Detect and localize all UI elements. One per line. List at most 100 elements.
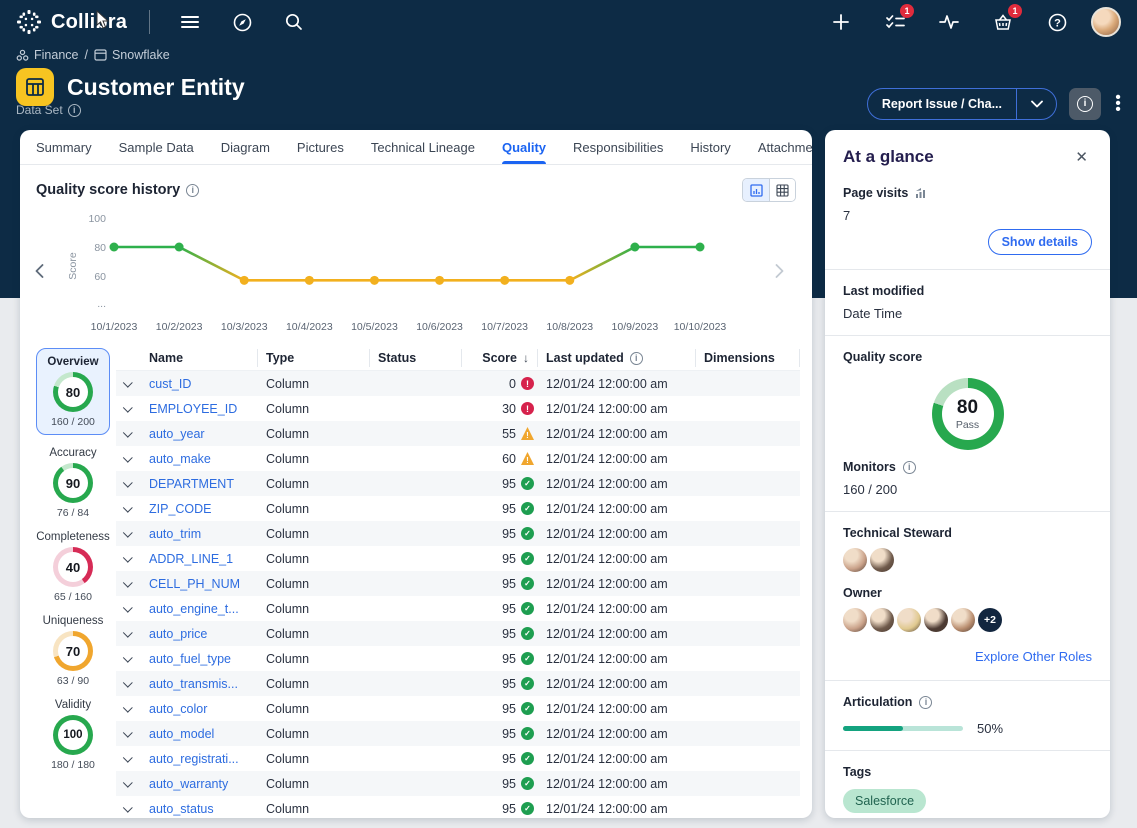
row-expand-chevron-icon[interactable] bbox=[116, 655, 141, 662]
row-name-link[interactable]: EMPLOYEE_ID bbox=[141, 402, 258, 416]
show-details-button[interactable]: Show details bbox=[988, 229, 1092, 255]
table-row[interactable]: auto_price Column 95 12/01/24 12:00:00 a… bbox=[116, 621, 800, 646]
main-menu-icon[interactable] bbox=[170, 7, 210, 37]
dimension-accuracy[interactable]: Accuracy9076 / 84 bbox=[49, 444, 96, 519]
table-row[interactable]: auto_trim Column 95 12/01/24 12:00:00 am bbox=[116, 521, 800, 546]
dimension-overview[interactable]: Overview80160 / 200 bbox=[36, 348, 110, 435]
dimension-uniqueness[interactable]: Uniqueness7063 / 90 bbox=[43, 612, 104, 687]
col-header-type[interactable]: Type bbox=[258, 349, 370, 367]
row-expand-chevron-icon[interactable] bbox=[116, 505, 141, 512]
col-header-name[interactable]: Name bbox=[141, 349, 258, 367]
table-row[interactable]: auto_status Column 95 12/01/24 12:00:00 … bbox=[116, 796, 800, 818]
chart-scroll-left[interactable] bbox=[26, 258, 52, 284]
tab-sample-data[interactable]: Sample Data bbox=[119, 130, 194, 164]
row-expand-chevron-icon[interactable] bbox=[116, 680, 141, 687]
breadcrumb-system[interactable]: Snowflake bbox=[94, 48, 170, 62]
row-name-link[interactable]: auto_year bbox=[141, 427, 258, 441]
row-name-link[interactable]: auto_color bbox=[141, 702, 258, 716]
monitors-info-icon[interactable]: i bbox=[903, 461, 916, 474]
row-expand-chevron-icon[interactable] bbox=[116, 555, 141, 562]
row-expand-chevron-icon[interactable] bbox=[116, 730, 141, 737]
person-avatar[interactable] bbox=[870, 608, 894, 632]
table-row[interactable]: auto_warranty Column 95 12/01/24 12:00:0… bbox=[116, 771, 800, 796]
articulation-info-icon[interactable]: i bbox=[919, 696, 932, 709]
tag-salesforce[interactable]: Salesforce bbox=[843, 789, 926, 813]
add-asset-icon[interactable] bbox=[821, 7, 861, 37]
row-expand-chevron-icon[interactable] bbox=[116, 530, 141, 537]
person-avatar[interactable] bbox=[870, 548, 894, 572]
user-avatar[interactable] bbox=[1091, 7, 1121, 37]
row-expand-chevron-icon[interactable] bbox=[116, 580, 141, 587]
row-name-link[interactable]: auto_engine_t... bbox=[141, 602, 258, 616]
asset-info-button[interactable]: i bbox=[1069, 88, 1101, 120]
row-name-link[interactable]: auto_model bbox=[141, 727, 258, 741]
table-row[interactable]: DEPARTMENT Column 95 12/01/24 12:00:00 a… bbox=[116, 471, 800, 496]
row-name-link[interactable]: auto_transmis... bbox=[141, 677, 258, 691]
row-name-link[interactable]: auto_warranty bbox=[141, 777, 258, 791]
table-row[interactable]: EMPLOYEE_ID Column 30 12/01/24 12:00:00 … bbox=[116, 396, 800, 421]
table-row[interactable]: ADDR_LINE_1 Column 95 12/01/24 12:00:00 … bbox=[116, 546, 800, 571]
row-name-link[interactable]: cust_ID bbox=[141, 377, 258, 391]
report-issue-dropdown[interactable] bbox=[1016, 89, 1056, 119]
row-expand-chevron-icon[interactable] bbox=[116, 380, 141, 387]
tab-pictures[interactable]: Pictures bbox=[297, 130, 344, 164]
asset-type-info-icon[interactable]: i bbox=[68, 104, 81, 117]
row-expand-chevron-icon[interactable] bbox=[116, 805, 141, 812]
table-row[interactable]: auto_transmis... Column 95 12/01/24 12:0… bbox=[116, 671, 800, 696]
row-name-link[interactable]: auto_price bbox=[141, 627, 258, 641]
table-row[interactable]: auto_color Column 95 12/01/24 12:00:00 a… bbox=[116, 696, 800, 721]
breadcrumb-community[interactable]: Finance bbox=[16, 48, 78, 62]
row-name-link[interactable]: ADDR_LINE_1 bbox=[141, 552, 258, 566]
dimension-validity[interactable]: Validity100180 / 180 bbox=[51, 696, 95, 771]
data-basket-icon[interactable]: 1 bbox=[983, 7, 1023, 37]
help-icon[interactable]: ? bbox=[1037, 7, 1077, 37]
row-expand-chevron-icon[interactable] bbox=[116, 430, 141, 437]
explore-other-roles-link[interactable]: Explore Other Roles bbox=[975, 649, 1092, 664]
report-issue-label[interactable]: Report Issue / Cha... bbox=[868, 97, 1016, 111]
row-expand-chevron-icon[interactable] bbox=[116, 705, 141, 712]
dimension-completeness[interactable]: Completeness4065 / 160 bbox=[36, 528, 110, 603]
row-name-link[interactable]: ZIP_CODE bbox=[141, 502, 258, 516]
col-header-score[interactable]: Score↓ bbox=[462, 349, 538, 367]
table-view-button[interactable] bbox=[769, 179, 795, 201]
row-name-link[interactable]: auto_fuel_type bbox=[141, 652, 258, 666]
table-row[interactable]: ZIP_CODE Column 95 12/01/24 12:00:00 am bbox=[116, 496, 800, 521]
table-row[interactable]: auto_year Column 55 12/01/24 12:00:00 am bbox=[116, 421, 800, 446]
table-row[interactable]: cust_ID Column 0 12/01/24 12:00:00 am bbox=[116, 371, 800, 396]
row-name-link[interactable]: auto_status bbox=[141, 802, 258, 816]
col-header-status[interactable]: Status bbox=[370, 349, 462, 367]
table-row[interactable]: auto_fuel_type Column 95 12/01/24 12:00:… bbox=[116, 646, 800, 671]
person-avatar[interactable] bbox=[843, 548, 867, 572]
table-row[interactable]: CELL_PH_NUM Column 95 12/01/24 12:00:00 … bbox=[116, 571, 800, 596]
row-expand-chevron-icon[interactable] bbox=[116, 630, 141, 637]
table-row[interactable]: auto_model Column 95 12/01/24 12:00:00 a… bbox=[116, 721, 800, 746]
tab-history[interactable]: History bbox=[690, 130, 730, 164]
table-row[interactable]: auto_engine_t... Column 95 12/01/24 12:0… bbox=[116, 596, 800, 621]
tab-summary[interactable]: Summary bbox=[36, 130, 92, 164]
table-row[interactable]: auto_registrati... Column 95 12/01/24 12… bbox=[116, 746, 800, 771]
row-expand-chevron-icon[interactable] bbox=[116, 405, 141, 412]
tab-attachments[interactable]: Attachments bbox=[758, 130, 812, 164]
activity-pulse-icon[interactable] bbox=[929, 7, 969, 37]
person-avatar[interactable] bbox=[951, 608, 975, 632]
table-row[interactable]: auto_make Column 60 12/01/24 12:00:00 am bbox=[116, 446, 800, 471]
tab-quality[interactable]: Quality bbox=[502, 130, 546, 164]
last-updated-info-icon[interactable]: i bbox=[630, 352, 643, 365]
close-panel-icon[interactable]: ✕ bbox=[1071, 146, 1092, 168]
quality-chart-info-icon[interactable]: i bbox=[186, 184, 199, 197]
chart-scroll-right[interactable] bbox=[766, 258, 792, 284]
row-name-link[interactable]: auto_make bbox=[141, 452, 258, 466]
tab-technical-lineage[interactable]: Technical Lineage bbox=[371, 130, 475, 164]
row-name-link[interactable]: CELL_PH_NUM bbox=[141, 577, 258, 591]
avatar-overflow-badge[interactable]: +2 bbox=[978, 608, 1002, 632]
tasks-icon[interactable]: 1 bbox=[875, 7, 915, 37]
tab-diagram[interactable]: Diagram bbox=[221, 130, 270, 164]
person-avatar[interactable] bbox=[843, 608, 867, 632]
chart-view-button[interactable] bbox=[743, 179, 769, 201]
more-options-button[interactable]: ••• bbox=[1113, 95, 1123, 113]
search-icon[interactable] bbox=[274, 7, 314, 37]
browse-compass-icon[interactable] bbox=[222, 7, 262, 37]
col-header-dimensions[interactable]: Dimensions bbox=[696, 349, 800, 367]
row-expand-chevron-icon[interactable] bbox=[116, 755, 141, 762]
tab-responsibilities[interactable]: Responsibilities bbox=[573, 130, 663, 164]
